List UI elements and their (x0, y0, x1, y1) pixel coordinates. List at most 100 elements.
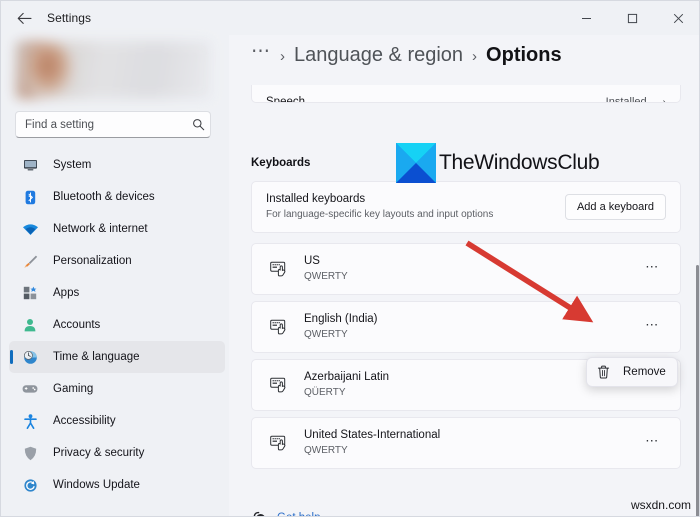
keyboard-icon (266, 316, 292, 338)
keyboard-title: US (304, 254, 348, 269)
close-icon (673, 13, 684, 24)
breadcrumb-overflow-button[interactable]: ⋯ (251, 42, 271, 61)
sidebar-item-label: Personalization (53, 255, 132, 267)
speech-status: Installed (606, 96, 647, 103)
thewindowsclub-brand-text: TheWindowsClub (439, 151, 599, 175)
maximize-button[interactable] (609, 1, 655, 35)
keyboard-subtitle: QÜERTY (304, 386, 389, 400)
speech-label: Speech (266, 96, 305, 103)
sidebar-item-label: Gaming (53, 383, 93, 395)
keyboard-title: Azerbaijani Latin (304, 370, 389, 385)
sidebar-item-apps[interactable]: Apps (9, 277, 225, 309)
get-help-link[interactable]: ? Get help (251, 509, 320, 517)
keyboard-text: Azerbaijani Latin QÜERTY (304, 370, 389, 400)
sidebar-item-system[interactable]: System (9, 149, 225, 181)
sidebar-item-label: Network & internet (53, 223, 148, 235)
minimize-button[interactable] (563, 1, 609, 35)
keyboard-title: United States-International (304, 428, 440, 443)
thewindowsclub-logo-icon (396, 143, 436, 183)
user-profile-blurred[interactable] (15, 41, 211, 99)
keyboard-icon (266, 374, 292, 396)
sidebar-item-windows-update[interactable]: Windows Update (9, 469, 225, 501)
keyboard-row-united-states-international[interactable]: United States-International QWERTY ⋯ (251, 417, 681, 469)
title-bar: Settings (1, 1, 700, 35)
sidebar-item-network-internet[interactable]: Network & internet (9, 213, 225, 245)
gamepad-icon (19, 379, 41, 399)
update-refresh-icon (19, 475, 41, 495)
installed-keyboards-row: Installed keyboards For language-specifi… (252, 182, 680, 232)
speech-status-group: Installed › (606, 96, 666, 103)
sidebar-item-time-language[interactable]: Time & language (9, 341, 225, 373)
apps-grid-icon (19, 283, 41, 303)
installed-keyboards-title: Installed keyboards (266, 192, 493, 207)
keyboard-subtitle: QWERTY (304, 444, 440, 458)
speech-card[interactable]: Speech Installed › (251, 85, 681, 103)
settings-window: Settings (0, 0, 700, 517)
keyboard-row-actions: ⋯ (638, 257, 666, 281)
installed-keyboards-subtitle: For language-specific key layouts and in… (266, 208, 493, 222)
sidebar: System Bluetooth & devices (1, 35, 229, 517)
sidebar-item-accessibility[interactable]: Accessibility (9, 405, 225, 437)
installed-keyboards-text: Installed keyboards For language-specifi… (266, 192, 493, 222)
back-button[interactable] (9, 5, 39, 31)
bluetooth-icon (19, 187, 41, 207)
keyboard-more-options-button[interactable]: ⋯ (638, 429, 666, 453)
main-content: ⋯ › Language & region › Options Speech I… (229, 35, 700, 517)
breadcrumb-parent-link[interactable]: Language & region (294, 44, 463, 67)
accessibility-person-icon (19, 411, 41, 431)
window-controls (563, 1, 700, 35)
minimize-icon (581, 13, 592, 24)
remove-menu-item-label: Remove (623, 366, 666, 378)
help-question-icon: ? (251, 509, 269, 517)
installed-keyboards-card: Installed keyboards For language-specifi… (251, 181, 681, 233)
sidebar-item-bluetooth-devices[interactable]: Bluetooth & devices (9, 181, 225, 213)
keyboard-row: United States-International QWERTY ⋯ (252, 418, 680, 468)
keyboard-more-options-button[interactable]: ⋯ (638, 313, 666, 337)
add-a-keyboard-button[interactable]: Add a keyboard (565, 194, 666, 220)
keyboard-text: English (India) QWERTY (304, 312, 378, 342)
sidebar-item-label: Privacy & security (53, 447, 144, 459)
installed-keyboards-action: Add a keyboard (565, 194, 666, 220)
sidebar-item-privacy-security[interactable]: Privacy & security (9, 437, 225, 469)
app-title: Settings (47, 11, 91, 25)
search-icon (186, 112, 210, 137)
back-arrow-icon (17, 12, 32, 25)
context-menu-remove[interactable]: Remove (586, 357, 678, 387)
keyboard-text: US QWERTY (304, 254, 348, 284)
close-button[interactable] (655, 1, 700, 35)
display-icon (19, 155, 41, 175)
clock-globe-icon (19, 347, 41, 367)
keyboard-row: English (India) QWERTY ⋯ (252, 302, 680, 352)
page-title: Options (486, 44, 562, 67)
breadcrumb-separator: › (472, 48, 477, 65)
keyboard-more-options-button[interactable]: ⋯ (638, 255, 666, 279)
search-box[interactable] (15, 111, 211, 138)
person-icon (19, 315, 41, 335)
keyboard-row-us[interactable]: US QWERTY ⋯ (251, 243, 681, 295)
keyboard-row-english-india[interactable]: English (India) QWERTY ⋯ (251, 301, 681, 353)
sidebar-item-label: Time & language (53, 351, 140, 363)
search-input[interactable] (16, 119, 186, 131)
sidebar-item-gaming[interactable]: Gaming (9, 373, 225, 405)
speech-row[interactable]: Speech Installed › (252, 85, 680, 103)
avatar (27, 45, 73, 97)
thewindowsclub-watermark: TheWindowsClub (396, 143, 599, 183)
keyboard-row: US QWERTY ⋯ (252, 244, 680, 294)
chevron-right-icon: › (663, 97, 666, 104)
sidebar-item-label: System (53, 159, 91, 171)
shield-icon (19, 443, 41, 463)
sidebar-item-label: Bluetooth & devices (53, 191, 155, 203)
keyboard-row-actions: ⋯ (638, 431, 666, 455)
breadcrumb-separator: › (280, 48, 285, 65)
keyboard-icon (266, 432, 292, 454)
sidebar-item-label: Accessibility (53, 415, 116, 427)
sidebar-item-personalization[interactable]: Personalization (9, 245, 225, 277)
wifi-icon (19, 219, 41, 239)
keyboard-text: United States-International QWERTY (304, 428, 440, 458)
sidebar-item-label: Apps (53, 287, 79, 299)
keyboard-title: English (India) (304, 312, 378, 327)
sidebar-item-label: Windows Update (53, 479, 140, 491)
breadcrumb: ⋯ › Language & region › Options (251, 44, 562, 67)
vertical-scrollbar[interactable] (696, 265, 699, 517)
sidebar-item-accounts[interactable]: Accounts (9, 309, 225, 341)
